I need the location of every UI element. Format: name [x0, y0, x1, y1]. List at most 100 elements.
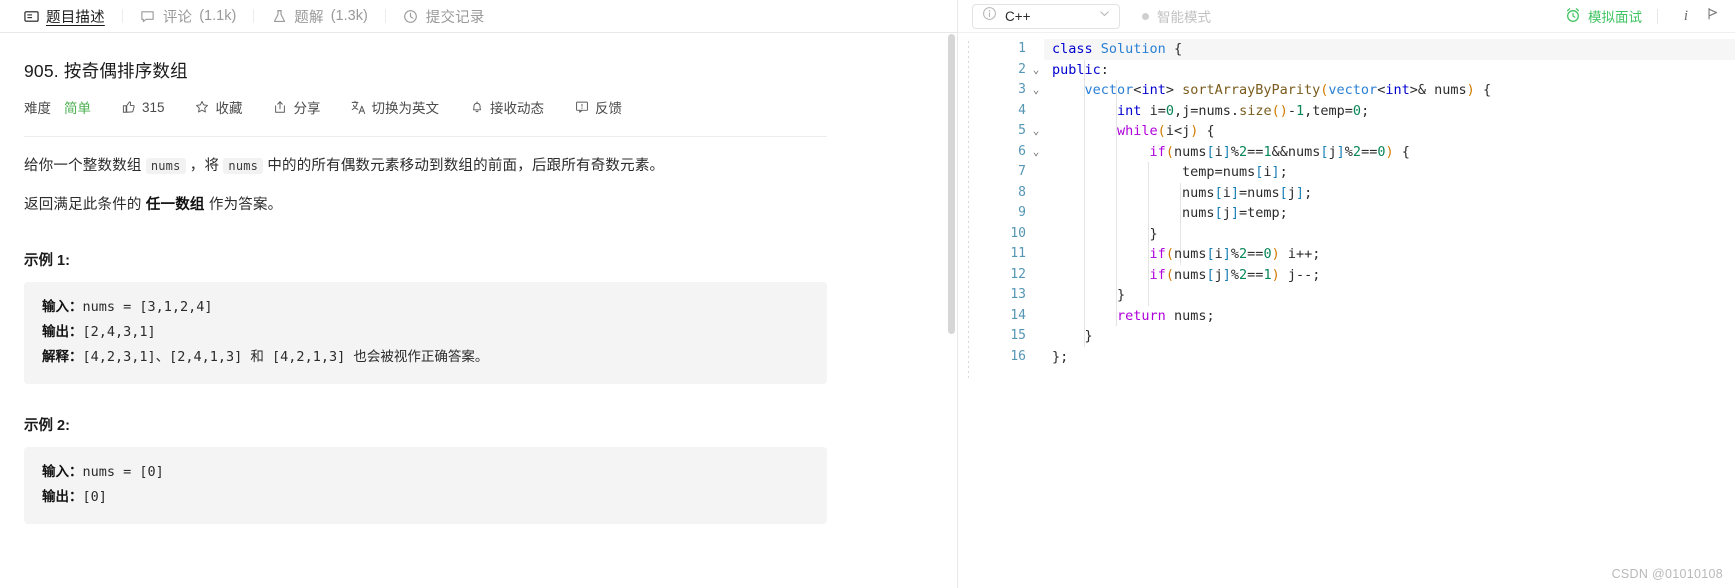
info-circle-icon	[982, 6, 997, 26]
problem-description-p1: 给你一个整数数组 nums ，将 nums 中的的所有偶数元素移动到数组的前面，…	[24, 154, 933, 179]
example-line-value: [2,4,3,1]	[82, 323, 156, 340]
smart-mode-toggle[interactable]: 智能模式	[1142, 6, 1211, 26]
difficulty: 难度 简单	[24, 97, 91, 117]
watermark-text: CSDN @01010108	[1611, 567, 1723, 581]
example-line-value: nums = [0]	[82, 463, 164, 480]
fold-toggle[interactable]: ⌄	[1028, 80, 1044, 101]
code-line-6[interactable]: if(nums[i]%2==1&&nums[j]%2==0) {	[1044, 142, 1735, 163]
mock-interview-label: 模拟面试	[1588, 10, 1642, 25]
fold-toggle[interactable]	[1028, 265, 1044, 286]
example-line-label: 输出：	[42, 323, 83, 339]
problem-content: 905. 按奇偶排序数组 难度 简单 315 收藏 分享 切换为英文 接收动态 …	[0, 33, 957, 588]
fold-toggle[interactable]: ⌄	[1028, 121, 1044, 142]
switch-language-label: 切换为英文	[371, 101, 440, 116]
code-line-11[interactable]: if(nums[i]%2==0) i++;	[1044, 244, 1735, 265]
tab-submissions-label: 提交记录	[425, 9, 485, 26]
clock-icon	[403, 8, 419, 24]
difficulty-label: 难度	[24, 101, 51, 116]
likes-count: 315	[142, 99, 165, 115]
minimap-dashes	[968, 41, 969, 381]
code-folding-gutter[interactable]: ⌄ ⌄ ⌄ ⌄	[1028, 33, 1044, 588]
subscribe-button[interactable]: 接收动态	[469, 97, 544, 117]
fold-toggle[interactable]	[1028, 224, 1044, 245]
tab-submissions[interactable]: 提交记录	[386, 0, 502, 32]
example-line-label: 输入：	[42, 298, 83, 314]
favorite-button[interactable]: 收藏	[195, 97, 243, 117]
code-line-7[interactable]: temp=nums[i];	[1044, 162, 1735, 183]
code-line-3[interactable]: vector<int> sortArrayByParity(vector<int…	[1044, 80, 1735, 101]
share-button[interactable]: 分享	[273, 97, 321, 117]
code-line-8[interactable]: nums[i]=nums[j];	[1044, 183, 1735, 204]
code-line-14[interactable]: return nums;	[1044, 306, 1735, 327]
example-line-label: 解释：	[42, 348, 83, 364]
fold-toggle[interactable]	[1028, 306, 1044, 327]
fold-toggle[interactable]	[1028, 347, 1044, 368]
line-number: 12	[1010, 266, 1026, 282]
language-name: C++	[1005, 8, 1031, 24]
fold-toggle[interactable]	[1028, 183, 1044, 204]
likes-button[interactable]: 315	[121, 100, 165, 115]
flask-icon	[271, 8, 287, 24]
fold-toggle[interactable]	[1028, 162, 1044, 183]
line-number: 10	[1010, 225, 1026, 241]
star-icon	[195, 100, 210, 115]
example-line: 解释：[4,2,3,1]、[2,4,1,3] 和 [4,2,1,3] 也会被视作…	[42, 345, 809, 370]
example-line-value: nums = [3,1,2,4]	[82, 298, 213, 315]
tab-description[interactable]: 题目描述	[6, 0, 122, 32]
fold-toggle[interactable]: ⌄	[1028, 60, 1044, 81]
inline-code-nums-2: nums	[223, 158, 264, 174]
language-selector[interactable]: C++	[972, 3, 1120, 29]
code-text-area[interactable]: class Solution { public: vector<int> sor…	[1044, 33, 1735, 588]
code-editor[interactable]: 1 2 3 4 5 6 7 8 9 10 11 12 13 14 15 16 ⌄	[958, 33, 1735, 588]
status-dot-icon	[1142, 12, 1149, 20]
mock-interview-button[interactable]: 模拟面试	[1565, 6, 1642, 26]
fold-toggle[interactable]: ⌄	[1028, 142, 1044, 163]
code-line-15[interactable]: }	[1044, 326, 1735, 347]
fold-toggle[interactable]	[1028, 101, 1044, 122]
desc2-text-a: 返回满足此条件的	[24, 197, 146, 214]
line-number: 14	[1010, 307, 1026, 323]
code-line-4[interactable]: int i=0,j=nums.size()-1,temp=0;	[1044, 101, 1735, 122]
alarm-clock-icon	[1565, 7, 1581, 26]
subscribe-label: 接收动态	[490, 101, 545, 116]
tab-comments-label: 评论	[162, 9, 193, 26]
fold-toggle[interactable]	[1028, 244, 1044, 265]
example-line-label: 输出：	[42, 488, 83, 504]
desc-text-a: 给你一个整数数组	[24, 158, 146, 174]
tab-solutions[interactable]: 题解 (1.3k)	[254, 0, 384, 32]
chevron-down-icon	[1098, 7, 1111, 25]
tab-comments[interactable]: 评论 (1.1k)	[123, 0, 253, 32]
scrollbar-thumb[interactable]	[948, 34, 955, 334]
example-1-box: 输入：nums = [3,1,2,4] 输出：[2,4,3,1] 解释：[4,2…	[24, 281, 827, 384]
code-line-1[interactable]: class Solution {	[1044, 39, 1735, 60]
switch-language-button[interactable]: 切换为英文	[351, 97, 440, 117]
fold-toggle[interactable]	[1028, 39, 1044, 60]
problem-panel: 题目描述 评论 (1.1k) 题解 (1.3k) 提交记录 905. 按奇偶排序…	[0, 0, 958, 588]
share-label: 分享	[293, 101, 321, 116]
info-button[interactable]: i	[1673, 3, 1699, 29]
desc2-emphasis: 任一数组	[145, 197, 205, 214]
example-line-value: [4,2,3,1]、[2,4,1,3] 和 [4,2,1,3]	[82, 348, 354, 365]
run-button[interactable]	[1699, 3, 1725, 29]
code-line-5[interactable]: while(i<j) {	[1044, 121, 1735, 142]
code-line-2[interactable]: public:	[1044, 60, 1735, 81]
line-number: 5	[1018, 123, 1026, 138]
feedback-button[interactable]: 反馈	[574, 97, 622, 117]
code-line-13[interactable]: }	[1044, 285, 1735, 306]
code-line-10[interactable]: }	[1044, 224, 1735, 245]
fold-toggle[interactable]	[1028, 326, 1044, 347]
code-line-16[interactable]: };	[1044, 347, 1735, 368]
example-line-value: [0]	[82, 488, 107, 505]
example-2-heading: 示例 2:	[24, 417, 70, 434]
code-line-9[interactable]: nums[j]=temp;	[1044, 203, 1735, 224]
fold-toggle[interactable]	[1028, 203, 1044, 224]
tab-solutions-label: 题解	[294, 9, 324, 26]
line-number: 11	[1010, 246, 1026, 261]
example-1-heading: 示例 1:	[24, 252, 70, 269]
problem-scrollbar[interactable]	[948, 34, 955, 588]
fold-toggle[interactable]	[1028, 285, 1044, 306]
feedback-label: 反馈	[595, 101, 623, 116]
example-line: 输入：nums = [3,1,2,4]	[42, 295, 809, 320]
thumbs-up-icon	[121, 100, 136, 115]
code-line-12[interactable]: if(nums[j]%2==1) j--;	[1044, 265, 1735, 286]
